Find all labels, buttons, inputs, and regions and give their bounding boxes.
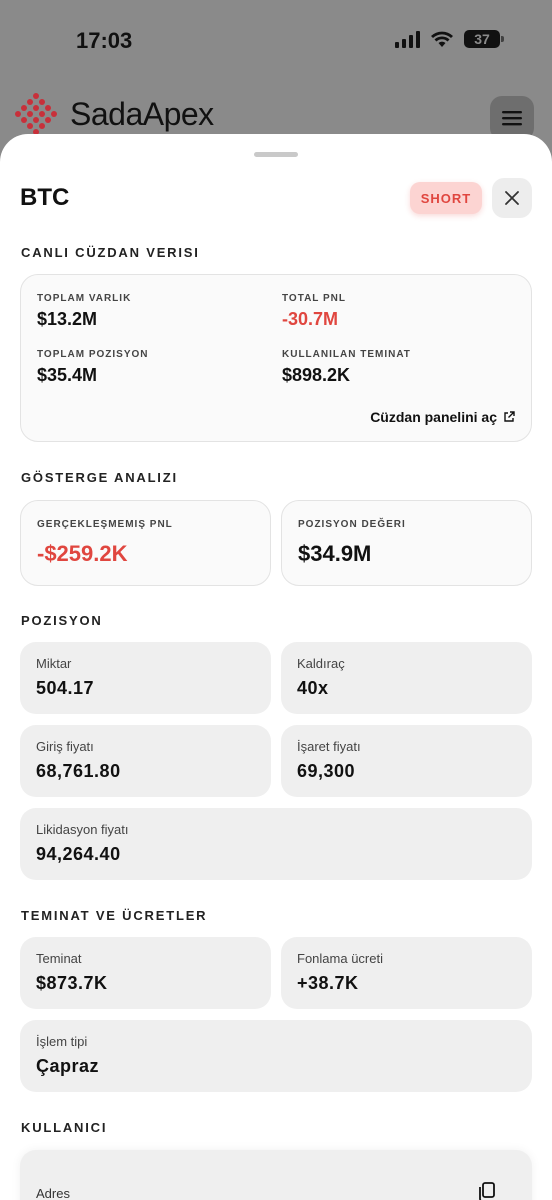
leverage-tile: Kaldıraç 40x [281,642,532,714]
total-pnl-value: -30.7M [282,309,339,329]
position-value-label: POZISYON DEĞERI [298,519,406,530]
liquidation-price-tile: Likidasyon fiyatı 94,264.40 [20,808,532,880]
total-position-label: TOPLAM POZISYON [37,349,149,360]
total-assets-label: TOPLAM VARLIK [37,293,132,304]
leverage-label: Kaldıraç [297,656,345,671]
status-icons: 37 [395,30,504,48]
status-time: 17:03 [76,28,133,53]
unrealized-pnl-card: GERÇEKLEŞMEMIŞ PNL -$259.2K [20,500,271,586]
margin-label: Teminat [36,951,82,966]
sheet-grabber[interactable] [254,152,298,157]
margin-tile: Teminat $873.7K [20,937,271,1009]
liquidation-price-label: Likidasyon fiyatı [36,822,129,837]
copy-icon[interactable] [478,1182,496,1200]
total-position-value: $35.4M [37,365,98,385]
close-icon [505,191,519,205]
trade-type-tile: İşlem tipi Çapraz [20,1020,532,1092]
wallet-card: TOPLAM VARLIK $13.2M TOTAL PNL -30.7M TO… [20,274,532,442]
trade-type-value: Çapraz [36,1056,100,1076]
section-fees-heading: TEMINAT VE ÜCRETLER [21,908,208,923]
trade-type-label: İşlem tipi [36,1034,88,1049]
unrealized-pnl-value: -$259.2K [37,541,128,566]
used-margin-label: KULLANILAN TEMINAT [282,349,411,360]
amount-tile: Miktar 504.17 [20,642,271,714]
margin-value: $873.7K [36,973,108,993]
entry-price-label: Giriş fiyatı [36,739,94,754]
app-logo: SadaApex [10,92,214,136]
entry-price-value: 68,761.80 [36,761,121,781]
sheet-title: BTC [20,184,70,211]
battery-icon: 37 [464,30,504,48]
section-position-heading: POZISYON [21,613,103,628]
position-value-card: POZISYON DEĞERI $34.9M [281,500,532,586]
mark-price-label: İşaret fiyatı [297,739,361,754]
total-assets-value: $13.2M [37,309,98,329]
side-badge: SHORT [410,182,482,214]
funding-fee-value: +38.7K [297,973,359,993]
logo-icon [15,93,57,135]
open-wallet-panel-link[interactable]: Cüzdan panelini aç [370,409,515,425]
position-detail-sheet: BTC SHORT CANLI CÜZDAN VERISI TOPLAM VAR… [0,134,552,1200]
mark-price-tile: İşaret fiyatı 69,300 [281,725,532,797]
close-button[interactable] [492,178,532,218]
entry-price-tile: Giriş fiyatı 68,761.80 [20,725,271,797]
section-user-heading: KULLANICI [21,1120,108,1135]
logo-text: SadaApex [70,95,214,132]
signal-icon [395,30,420,48]
address-label: Adres [36,1186,70,1200]
status-bar: 17:03 37 [0,0,552,84]
position-value-value: $34.9M [298,541,372,566]
funding-fee-label: Fonlama ücreti [297,951,383,966]
amount-label: Miktar [36,656,72,671]
user-address-card: Adres [20,1150,532,1200]
section-wallet-heading: CANLI CÜZDAN VERISI [21,245,200,260]
leverage-value: 40x [297,678,329,698]
section-indicators-heading: GÖSTERGE ANALIZI [21,470,178,485]
open-wallet-panel-label: Cüzdan panelini aç [370,409,497,425]
total-pnl-label: TOTAL PNL [282,293,346,304]
used-margin-value: $898.2K [282,365,351,385]
menu-icon [502,111,522,126]
amount-value: 504.17 [36,678,95,698]
funding-fee-tile: Fonlama ücreti +38.7K [281,937,532,1009]
external-link-icon [504,411,515,422]
liquidation-price-value: 94,264.40 [36,844,121,864]
mark-price-value: 69,300 [297,761,356,781]
unrealized-pnl-label: GERÇEKLEŞMEMIŞ PNL [37,519,173,530]
wifi-icon [431,31,453,47]
